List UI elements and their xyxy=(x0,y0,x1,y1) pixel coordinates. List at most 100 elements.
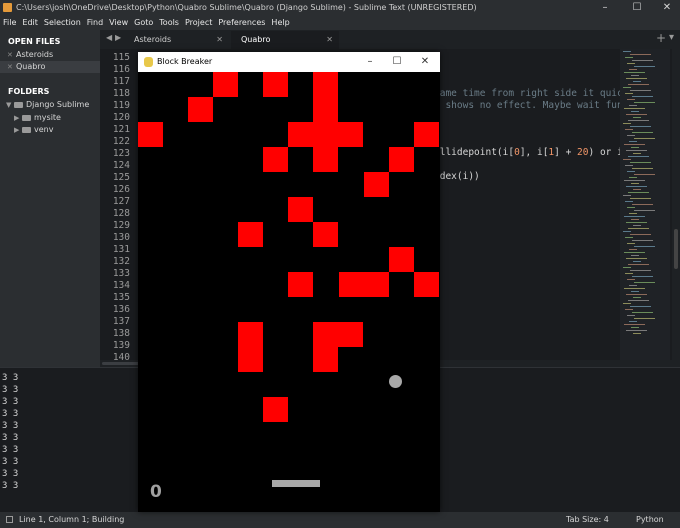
tab-dropdown-icon[interactable]: ▾ xyxy=(669,32,674,43)
minimap-line xyxy=(631,255,639,256)
menu-preferences[interactable]: Preferences xyxy=(215,15,268,30)
console-line: 3 3 xyxy=(2,421,19,431)
tab-label: Asteroids xyxy=(134,35,172,44)
minimap-line xyxy=(623,303,631,304)
tab-close-icon[interactable]: ✕ xyxy=(216,31,223,49)
folder-icon xyxy=(14,101,23,108)
minimap-line xyxy=(634,246,655,247)
minimap-line xyxy=(626,258,647,259)
score-display: 0 xyxy=(150,482,162,502)
new-tab-icon[interactable]: + xyxy=(656,31,666,45)
brick xyxy=(313,347,338,372)
menu-selection[interactable]: Selection xyxy=(41,15,84,30)
brick xyxy=(238,347,263,372)
sublime-app-icon xyxy=(3,3,12,12)
code-fragment: ollidepoint(i[0], i[1] + 20) or i xyxy=(434,147,623,158)
menu-help[interactable]: Help xyxy=(268,15,292,30)
minimap-line xyxy=(633,153,641,154)
minimap-line xyxy=(632,240,653,241)
menu-find[interactable]: Find xyxy=(84,15,106,30)
close-file-icon[interactable]: ✕ xyxy=(7,49,13,61)
minimap-line xyxy=(630,234,651,235)
brick xyxy=(263,397,288,422)
vertical-scrollbar[interactable] xyxy=(672,49,680,360)
line-number: 130 xyxy=(112,232,130,243)
menu-tools[interactable]: Tools xyxy=(156,15,182,30)
minimap-line xyxy=(627,99,635,100)
brick xyxy=(288,272,313,297)
minimap-line xyxy=(623,159,631,160)
minimap-line xyxy=(625,273,633,274)
minimap[interactable] xyxy=(620,49,670,360)
game-close-button[interactable]: ✕ xyxy=(411,52,439,72)
open-file-asteroids[interactable]: ✕ Asteroids xyxy=(0,49,100,61)
syntax-indicator[interactable]: Python xyxy=(636,512,664,528)
folder-mysite[interactable]: ▶ mysite xyxy=(14,112,61,124)
brick xyxy=(138,122,163,147)
minimap-line xyxy=(628,120,649,121)
brick xyxy=(389,147,414,172)
tab-quabro[interactable]: Quabro ✕ xyxy=(231,31,339,49)
tab-nav-right-icon[interactable]: ▶ xyxy=(115,33,121,42)
minimap-line xyxy=(632,132,653,133)
brick xyxy=(313,147,338,172)
folders-heading: FOLDERS xyxy=(8,87,50,96)
menu-goto[interactable]: Goto xyxy=(131,15,156,30)
brick xyxy=(288,122,313,147)
menu-view[interactable]: View xyxy=(106,15,131,30)
console-line: 3 3 xyxy=(2,433,19,443)
tab-asteroids[interactable]: Asteroids ✕ xyxy=(124,31,229,49)
close-button[interactable]: ✕ xyxy=(652,0,680,15)
minimap-line xyxy=(631,147,639,148)
brick xyxy=(188,97,213,122)
line-number: 129 xyxy=(112,220,130,231)
folder-icon xyxy=(22,126,31,133)
menu-file[interactable]: File xyxy=(0,15,19,30)
minimap-line xyxy=(634,282,655,283)
line-number: 131 xyxy=(112,244,130,255)
panel-toggle-icon[interactable] xyxy=(6,516,13,523)
open-file-quabro[interactable]: ✕ Quabro xyxy=(0,61,100,73)
cursor-position: Line 1, Column 1; Building xyxy=(19,515,125,524)
game-playfield[interactable]: 0 xyxy=(138,72,440,512)
console-line: 3 3 xyxy=(2,385,19,395)
minimap-line xyxy=(630,54,651,55)
menu-edit[interactable]: Edit xyxy=(19,15,41,30)
menu-project[interactable]: Project xyxy=(182,15,215,30)
line-number: 139 xyxy=(112,340,130,351)
minimap-line xyxy=(633,225,641,226)
ball xyxy=(389,375,402,388)
line-number: 138 xyxy=(112,328,130,339)
folder-venv[interactable]: ▶ venv xyxy=(14,124,53,136)
minimap-line xyxy=(628,264,649,265)
line-number: 124 xyxy=(112,160,130,171)
minimap-line xyxy=(631,111,639,112)
minimap-line xyxy=(624,72,645,73)
minimap-line xyxy=(632,60,653,61)
line-number: 128 xyxy=(112,208,130,219)
close-file-icon[interactable]: ✕ xyxy=(7,61,13,73)
line-number: 125 xyxy=(112,172,130,183)
brick xyxy=(389,247,414,272)
minimap-line xyxy=(631,219,639,220)
tab-size-indicator[interactable]: Tab Size: 4 xyxy=(566,512,609,528)
maximize-button[interactable]: ☐ xyxy=(622,0,652,15)
minimap-line xyxy=(624,180,645,181)
tab-close-icon[interactable]: ✕ xyxy=(326,31,333,49)
minimize-button[interactable]: – xyxy=(590,0,620,15)
minimap-line xyxy=(633,81,641,82)
game-minimize-button[interactable]: – xyxy=(356,52,384,72)
console-line: 3 3 xyxy=(2,445,19,455)
minimap-line xyxy=(626,114,647,115)
minimap-line xyxy=(629,285,637,286)
tab-bar: ◀ ▶ Asteroids ✕ Quabro ✕ + ▾ xyxy=(100,30,680,49)
folder-django-sublime[interactable]: ▼ Django Sublime xyxy=(6,99,89,111)
tab-nav-left-icon[interactable]: ◀ xyxy=(106,33,112,42)
scrollbar-thumb[interactable] xyxy=(102,362,142,365)
minimap-line xyxy=(625,237,633,238)
brick xyxy=(263,147,288,172)
brick xyxy=(414,272,439,297)
scrollbar-thumb[interactable] xyxy=(674,229,678,269)
minimap-line xyxy=(625,57,633,58)
game-maximize-button[interactable]: ☐ xyxy=(383,52,411,72)
